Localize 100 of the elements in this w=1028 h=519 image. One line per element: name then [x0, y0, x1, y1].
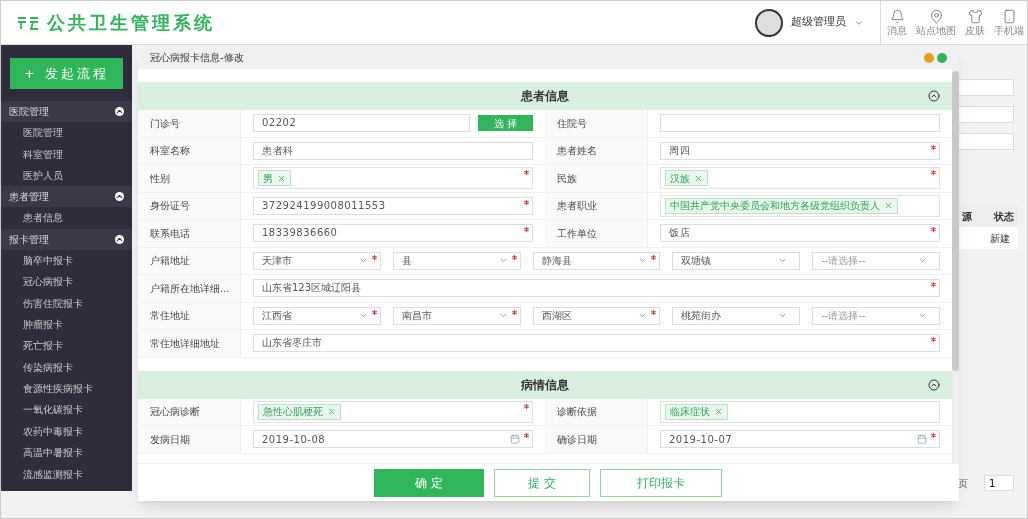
required-asterisk-icon — [511, 254, 517, 260]
menu-item[interactable]: 高温中暑报卡 — [1, 442, 132, 464]
app-title: 公共卫生管理系统 — [47, 11, 215, 35]
date-field[interactable]: 2019-10-08 — [253, 430, 533, 449]
text-field[interactable] — [958, 133, 1014, 150]
text-field[interactable]: 02202 — [253, 114, 470, 133]
required-asterisk-icon — [931, 144, 936, 150]
page-field[interactable]: 1 — [984, 475, 1014, 491]
field-label: 工作单位 — [557, 226, 597, 241]
section-header[interactable]: 病情信息 — [138, 370, 952, 399]
remove-icon[interactable] — [884, 201, 893, 211]
table-cell-text: 新建 — [990, 231, 1010, 246]
menu-item[interactable]: 医护人员 — [1, 164, 132, 187]
text-field[interactable]: 周四 — [660, 141, 940, 160]
menu-item[interactable]: 患者信息 — [1, 207, 132, 229]
minimize-icon[interactable] — [924, 52, 934, 63]
menu-group[interactable]: 患者管理 — [1, 186, 132, 208]
dropdown[interactable]: 南昌市 — [392, 306, 521, 325]
required-asterisk-icon — [931, 227, 936, 233]
text-field[interactable] — [958, 106, 1014, 123]
text-field[interactable]: 山东省123区城辽阳县 — [253, 279, 940, 298]
dropdown[interactable]: 江西省 — [253, 306, 381, 325]
menu-item[interactable]: 流感监测报卡 — [1, 463, 132, 485]
dropdown[interactable]: 天津市 — [253, 251, 381, 270]
menu-item[interactable]: 传染病报卡 — [1, 356, 132, 378]
collapse-icon — [115, 107, 124, 116]
menu-group[interactable]: 报卡管理 — [1, 228, 132, 250]
menu-item[interactable]: 科室管理 — [1, 143, 132, 165]
date-field[interactable]: 2019-10-07 — [660, 430, 940, 449]
column-header: 源 — [962, 209, 972, 224]
collapse-icon — [928, 90, 940, 102]
remove-icon[interactable] — [277, 173, 286, 183]
remove-icon[interactable] — [714, 407, 723, 417]
menu-item[interactable]: 肿瘤报卡 — [1, 313, 132, 336]
menu-item[interactable]: 伤害住院报卡 — [1, 292, 132, 314]
column-header: 状态 — [994, 209, 1014, 224]
section-header[interactable]: 患者信息 — [138, 82, 952, 110]
required-asterisk-icon — [524, 227, 529, 233]
user-name[interactable]: 超级管理员 — [791, 14, 846, 31]
field-label: 户籍地址 — [150, 254, 190, 269]
text-field[interactable] — [660, 114, 940, 133]
remove-icon[interactable] — [694, 173, 703, 183]
collapse-icon — [928, 378, 940, 391]
remove-icon[interactable] — [327, 407, 336, 417]
required-asterisk-icon — [524, 170, 529, 176]
text-field[interactable]: 372924199008011553 — [253, 196, 533, 215]
text-field[interactable] — [958, 79, 1014, 96]
toolbar-button[interactable]: 消息 — [881, 1, 913, 44]
text-field[interactable]: 患者科 — [253, 141, 533, 160]
toolbar-button[interactable]: 站点地图 — [913, 1, 959, 44]
required-asterisk-icon — [651, 254, 657, 260]
menu-item[interactable]: 冠心病报卡 — [1, 270, 132, 293]
text-field[interactable]: 饭店 — [660, 224, 940, 243]
field-label: 诊断依据 — [557, 405, 597, 420]
menu-item[interactable]: 脑卒中报卡 — [1, 249, 132, 271]
field-label: 住院号 — [557, 116, 587, 131]
text-field[interactable]: 18339836660 — [253, 224, 533, 243]
required-asterisk-icon — [371, 309, 377, 315]
pin-icon — [928, 9, 944, 24]
field-label: 民族 — [557, 171, 577, 186]
dropdown[interactable]: 静海县 — [532, 251, 661, 270]
dropdown[interactable]: 桃苑街办 — [672, 306, 801, 325]
collapse-icon — [115, 192, 124, 202]
field-label: 常住地详细地址 — [150, 336, 220, 351]
field-label: 门诊号 — [150, 116, 180, 131]
dropdown[interactable]: 县 — [392, 251, 521, 270]
pager-label: 页 — [958, 476, 968, 491]
tag: 汉族 — [665, 170, 708, 187]
text-field[interactable]: 山东省枣庄市 — [253, 334, 940, 353]
calendar-icon — [510, 434, 520, 445]
dialog-title: 冠心病报卡信息-修改 — [150, 51, 244, 65]
field-label: 发病日期 — [150, 432, 190, 447]
collapse-icon — [115, 234, 124, 244]
required-asterisk-icon — [931, 282, 936, 288]
logo-icon — [17, 15, 39, 30]
menu-item[interactable]: 医院管理 — [1, 122, 132, 144]
avatar — [755, 8, 783, 37]
close-icon[interactable] — [937, 52, 947, 63]
shirt-icon — [967, 9, 983, 24]
field-label: 户籍所在地详细... — [150, 281, 230, 296]
required-asterisk-icon — [524, 199, 529, 205]
menu-item[interactable]: 农药中毒报卡 — [1, 420, 132, 443]
required-asterisk-icon — [931, 337, 936, 343]
phone-icon — [1001, 9, 1017, 24]
toolbar-button[interactable]: 手机端 — [991, 1, 1027, 44]
field-label: 身份证号 — [150, 199, 190, 214]
required-asterisk-icon — [931, 170, 936, 176]
menu-item[interactable]: 死亡报卡 — [1, 335, 132, 357]
menu-item[interactable]: 食源性疾病报卡 — [1, 377, 132, 400]
bell-icon — [889, 9, 905, 24]
dropdown[interactable]: 双塘镇 — [672, 251, 801, 270]
field-label: 联系电话 — [150, 226, 190, 241]
field-label: 性别 — [150, 171, 170, 186]
tag: 中国共产党中央委员会和地方各级党组织负责人 — [665, 197, 898, 214]
required-asterisk-icon — [511, 309, 517, 315]
menu-item[interactable]: 一氧化碳报卡 — [1, 399, 132, 421]
dropdown[interactable]: 西湖区 — [532, 306, 661, 325]
toolbar-button[interactable]: 皮肤 — [959, 1, 991, 44]
required-asterisk-icon — [651, 309, 657, 315]
menu-group[interactable]: 医院管理 — [1, 101, 132, 122]
